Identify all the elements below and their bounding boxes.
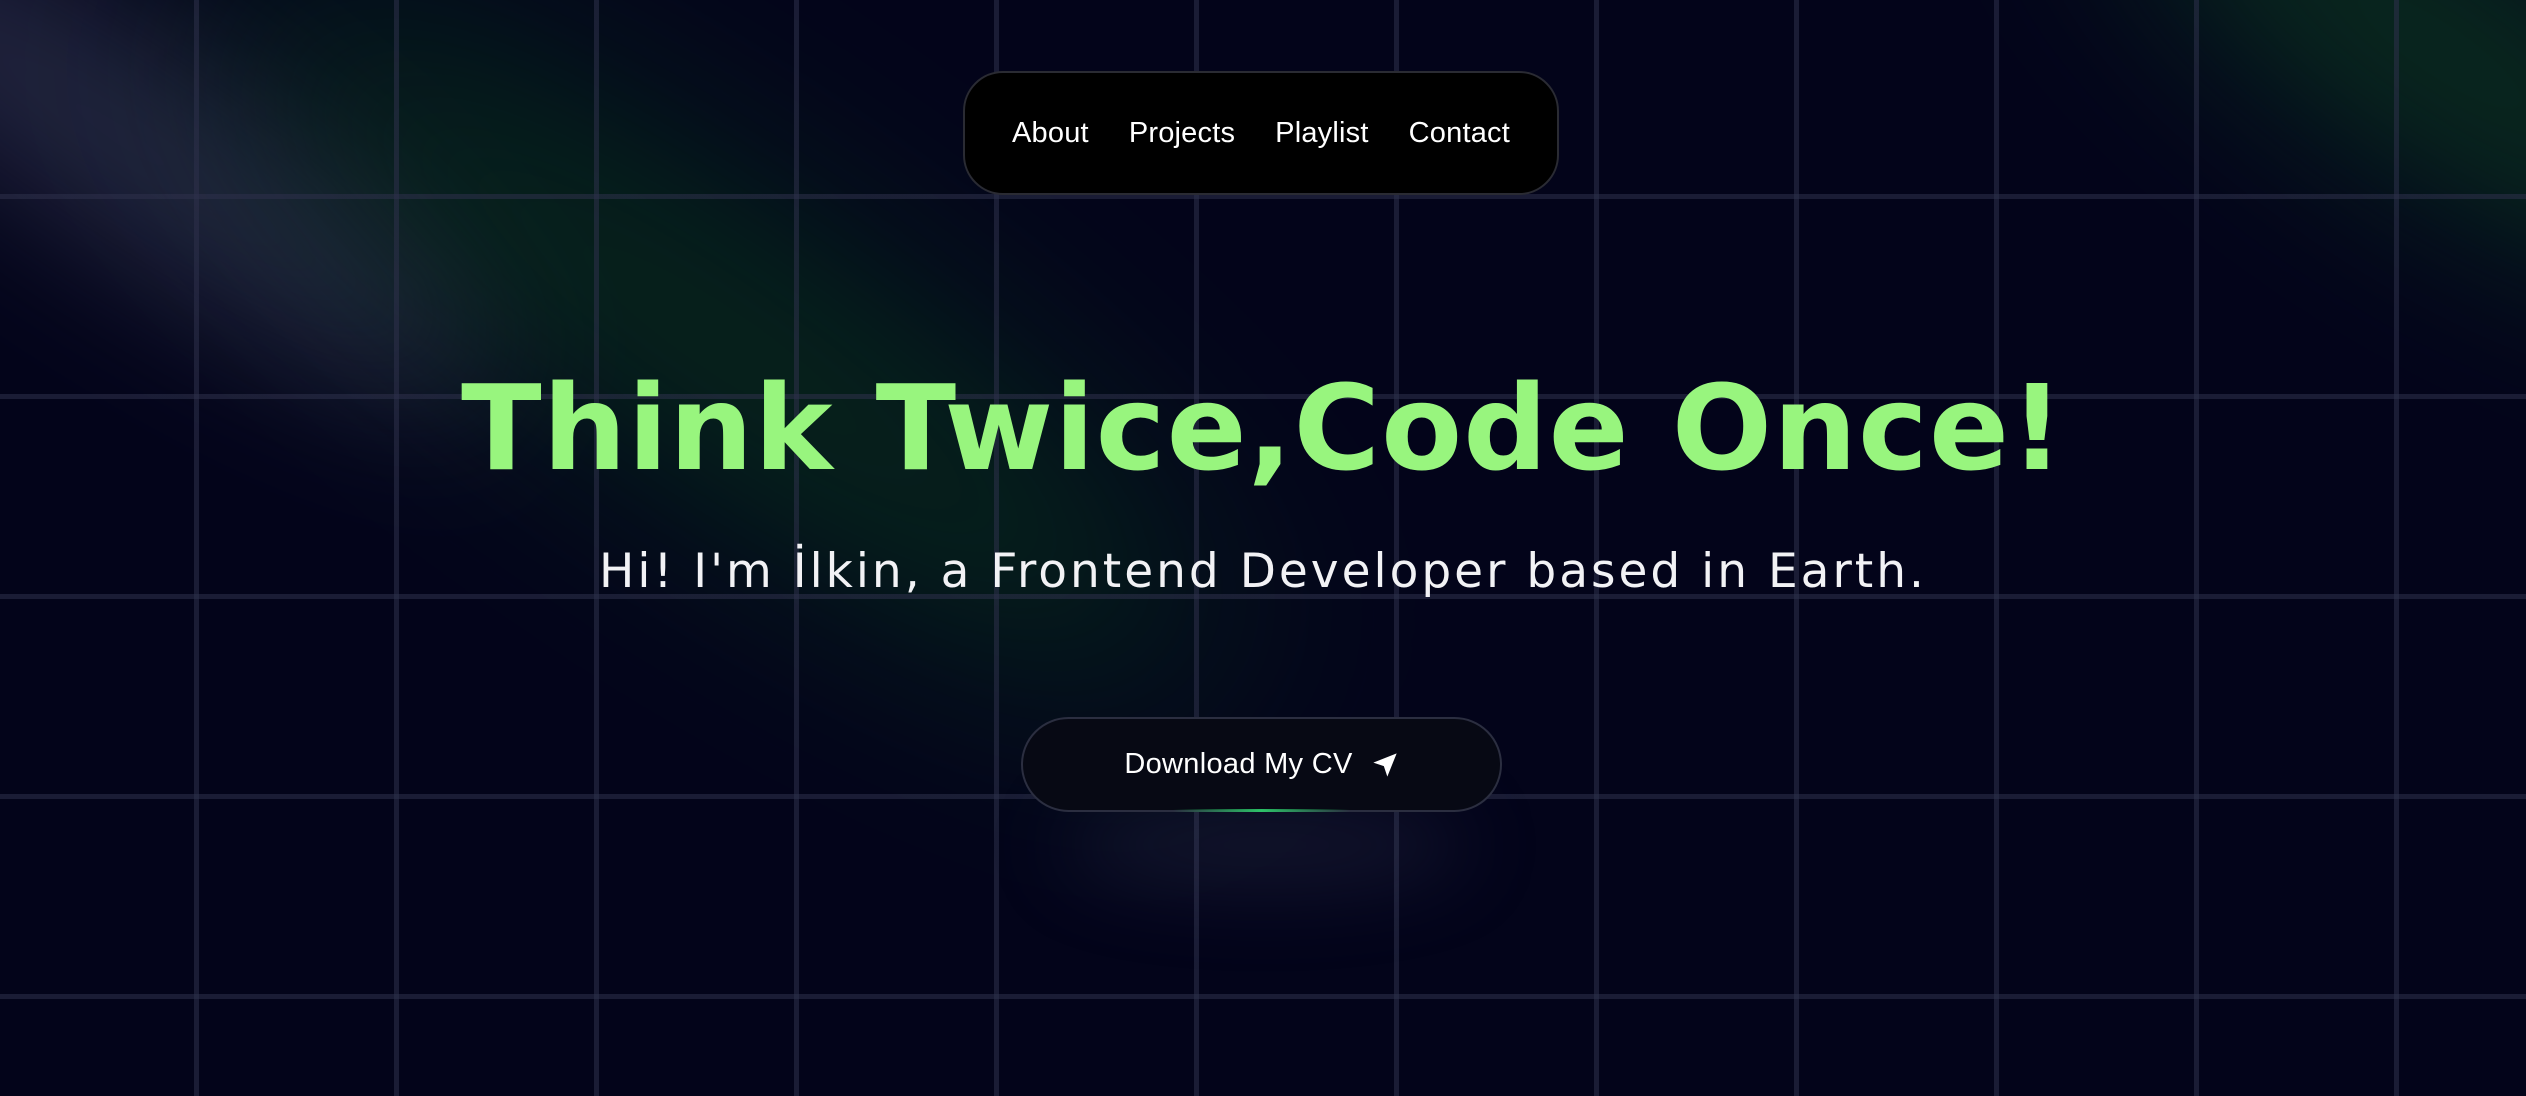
nav-link-contact[interactable]: Contact — [1409, 117, 1510, 150]
nav-link-projects[interactable]: Projects — [1129, 117, 1235, 150]
send-icon — [1372, 752, 1397, 777]
cta-glow — [1060, 800, 1470, 890]
background-glow-green-right — [2063, 0, 2526, 354]
hero-headline: Think Twice,Code Once! — [461, 359, 2065, 497]
hero-subline: Hi! I'm İlkin, a Frontend Developer base… — [599, 544, 1927, 599]
main-nav: About Projects Playlist Contact — [963, 71, 1559, 195]
download-cv-button[interactable]: Download My CV — [1021, 717, 1502, 812]
hero-page: About Projects Playlist Contact Think Tw… — [0, 0, 2526, 1096]
nav-link-playlist[interactable]: Playlist — [1275, 117, 1368, 150]
nav-link-about[interactable]: About — [1012, 117, 1089, 150]
download-cv-label: Download My CV — [1124, 748, 1353, 780]
